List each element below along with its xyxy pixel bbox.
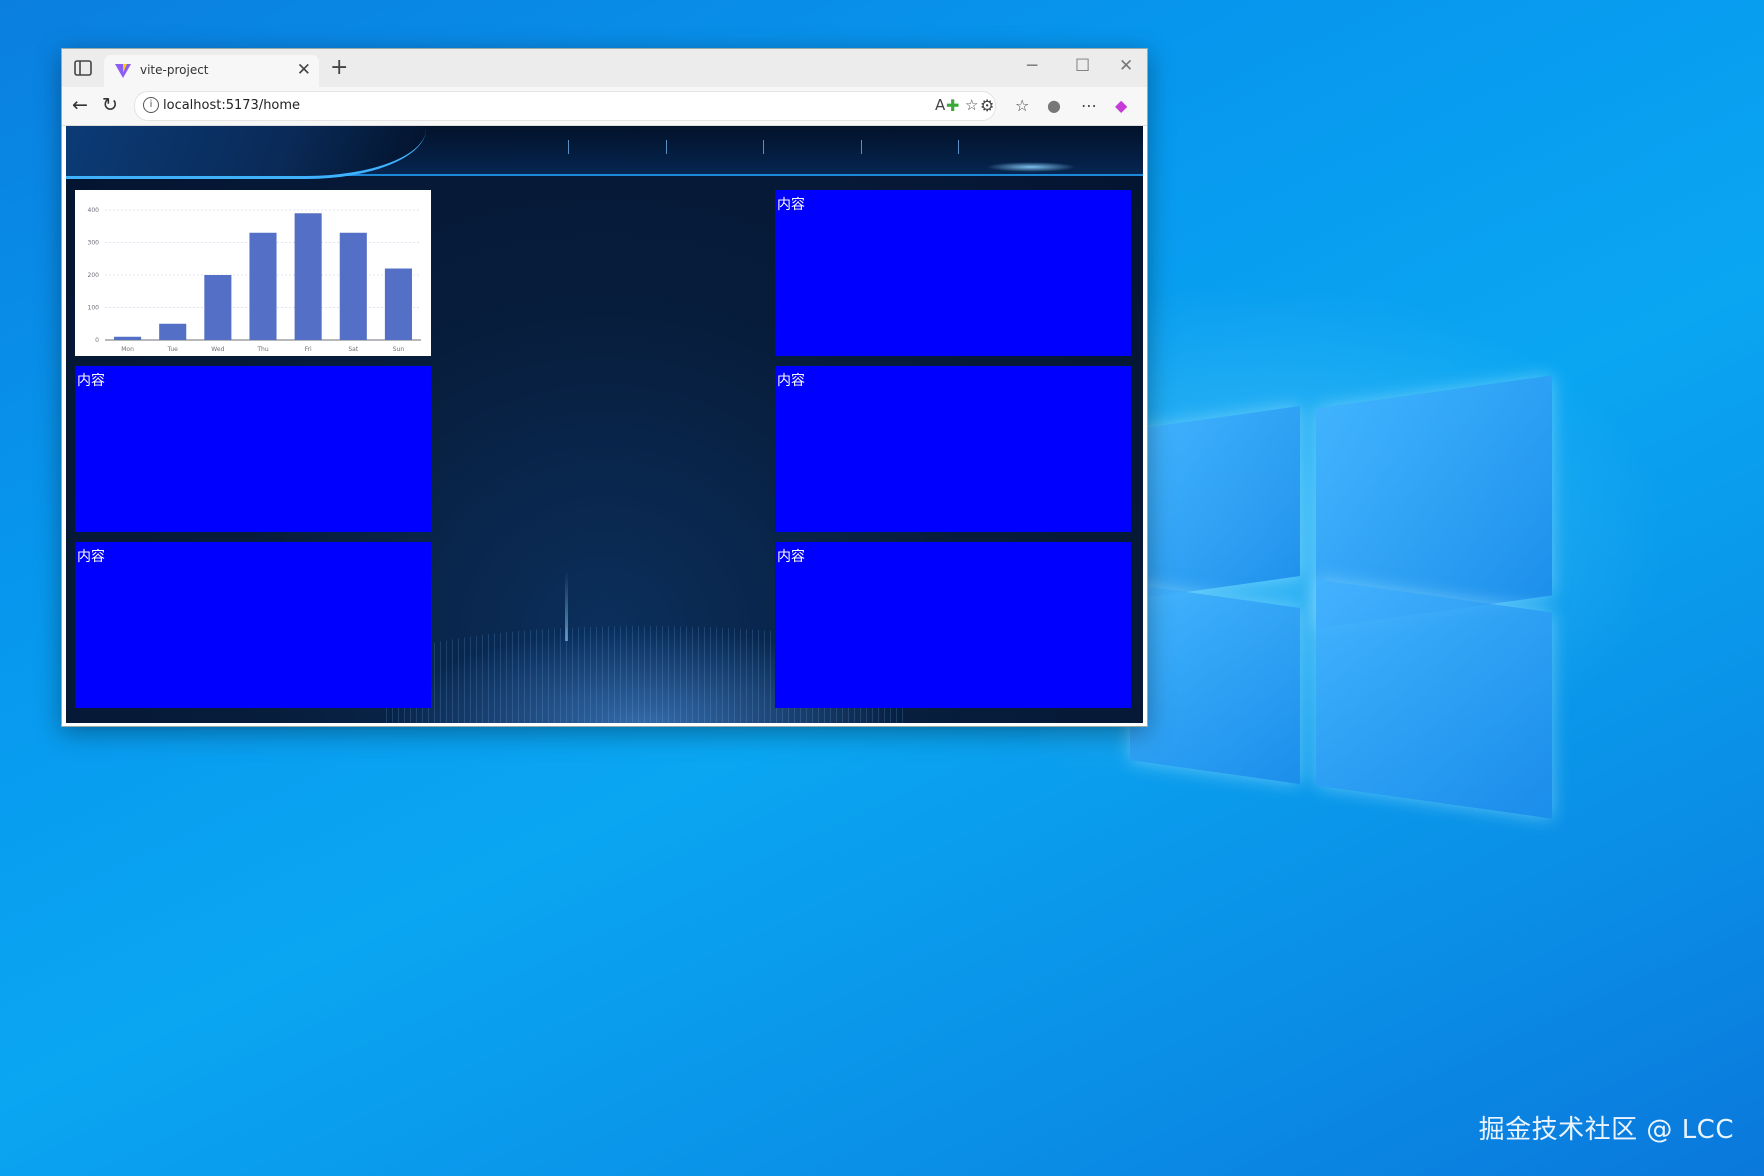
bar [384, 268, 412, 340]
watermark: 掘金技术社区 @ LCC [1478, 1115, 1734, 1145]
panel-label: 内容 [777, 373, 805, 389]
x-tick-label: Wed [211, 346, 224, 353]
x-tick-label: Fri [305, 346, 312, 353]
minimize-button[interactable]: ─ [1027, 56, 1037, 76]
header-tick [958, 140, 959, 154]
back-icon[interactable]: ← [72, 94, 88, 116]
panel-label: 内容 [77, 549, 105, 565]
bar [204, 275, 232, 340]
content-panel-left-2: 内容 [75, 366, 431, 532]
content-panel-right-3: 内容 [775, 542, 1131, 708]
content-panel-right-2: 内容 [775, 366, 1131, 532]
x-tick-label: Sat [348, 346, 358, 353]
content-panel-left-3: 内容 [75, 542, 431, 708]
panel-label: 内容 [777, 549, 805, 565]
maximize-button[interactable]: ☐ [1075, 56, 1090, 76]
x-tick-label: Tue [167, 346, 179, 353]
close-tab-icon[interactable]: ✕ [297, 60, 311, 80]
tab-bar: vite-project ✕ + ─ ☐ ✕ [62, 49, 1147, 87]
y-tick-label: 300 [88, 240, 100, 247]
reload-icon[interactable]: ↻ [102, 94, 118, 116]
profile-avatar[interactable]: ● [1047, 96, 1061, 115]
header-tick [763, 140, 764, 154]
bar [294, 213, 322, 340]
tab-actions-icon[interactable] [72, 58, 94, 78]
favorite-star-icon[interactable]: ☆ [965, 96, 978, 114]
extension-icon[interactable]: ✚ [946, 96, 959, 115]
y-tick-label: 100 [88, 305, 100, 312]
bar-chart-panel: 0 100 200 300 400 Mon Tue Wed Thu Fri Sat Sun [75, 190, 431, 356]
y-tick-label: 200 [88, 272, 100, 279]
x-tick-label: Thu [256, 346, 268, 353]
copilot-icon[interactable]: ◆ [1115, 96, 1127, 115]
bar [339, 232, 367, 340]
windows-logo [1130, 360, 1570, 819]
x-tick-label: Sun [393, 346, 405, 353]
bar [114, 336, 142, 340]
bar [159, 323, 187, 340]
y-tick-label: 0 [95, 337, 99, 344]
panel-label: 内容 [777, 197, 805, 213]
header-tick [666, 140, 667, 154]
tab-title: vite-project [140, 63, 209, 77]
header-tick [861, 140, 862, 154]
url-field[interactable]: i localhost:5173/home A ☆ [134, 91, 996, 121]
x-tick-label: Mon [121, 346, 134, 353]
browser-window: vite-project ✕ + ─ ☐ ✕ ← ↻ i localhost:5… [61, 48, 1148, 727]
content-panel-right-1: 内容 [775, 190, 1131, 356]
panel-label: 内容 [77, 373, 105, 389]
vite-favicon-icon [115, 64, 131, 78]
new-tab-button[interactable]: + [330, 55, 348, 80]
header-curve-decoration [66, 126, 426, 179]
header-tick [568, 140, 569, 154]
address-bar: ← ↻ i localhost:5173/home A ☆ ✚ ⚙ ☆ ● ⋯ … [62, 87, 1147, 126]
puzzle-icon[interactable]: ⚙ [980, 96, 994, 115]
header-glow [986, 162, 1076, 172]
favorites-icon[interactable]: ☆ [1015, 96, 1029, 115]
site-info-icon[interactable]: i [143, 97, 159, 113]
dashboard-header [66, 126, 1143, 179]
bar [249, 232, 277, 340]
bar-chart: 0 100 200 300 400 Mon Tue Wed Thu Fri Sat Sun [88, 207, 421, 353]
window-close-button[interactable]: ✕ [1119, 56, 1133, 76]
page-viewport: 0 100 200 300 400 Mon Tue Wed Thu Fri Sat Sun 内容 内容… [66, 126, 1143, 723]
more-icon[interactable]: ⋯ [1081, 96, 1097, 115]
y-tick-label: 400 [88, 207, 100, 214]
url-text: localhost:5173/home [163, 98, 301, 113]
read-aloud-icon[interactable]: A [935, 96, 945, 114]
tab-vite-project[interactable]: vite-project ✕ [104, 55, 319, 87]
